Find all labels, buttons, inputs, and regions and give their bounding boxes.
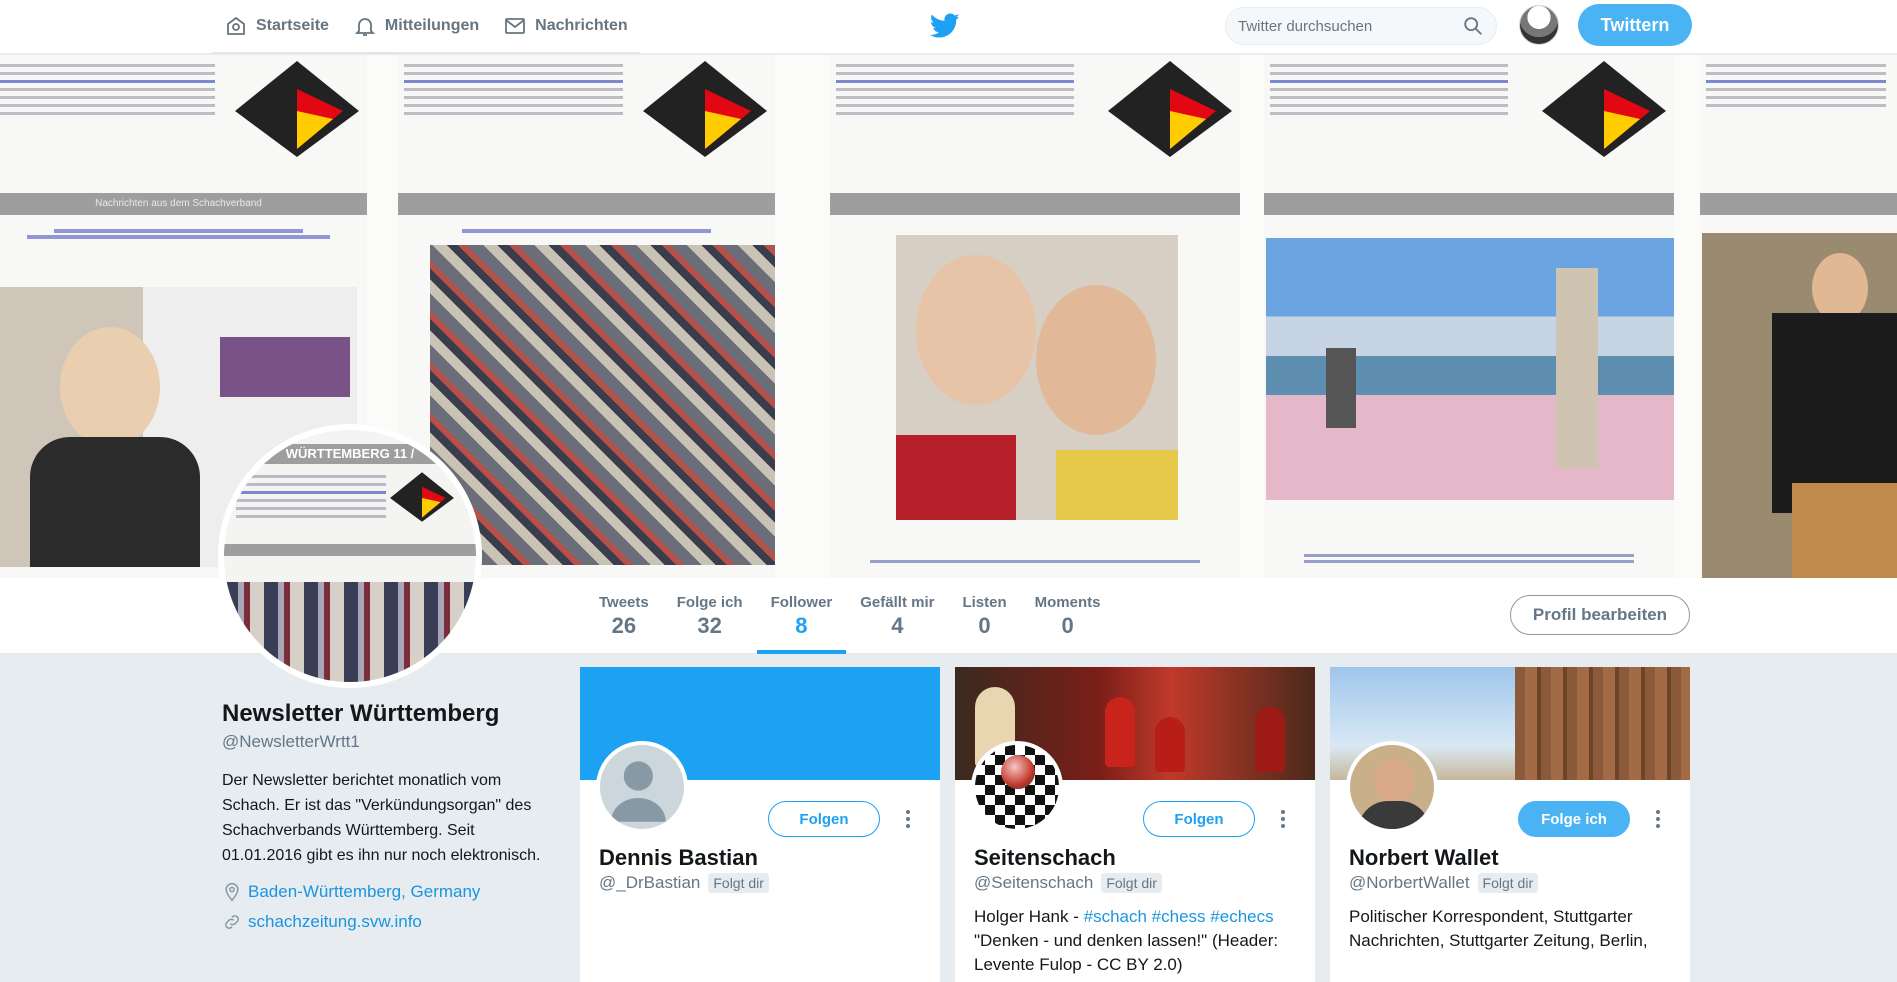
- card-bio: Politischer Korrespondent, Stuttgarter N…: [1349, 907, 1648, 950]
- main-nav: Startseite Mitteilungen Nachrichten: [212, 0, 640, 54]
- follower-card[interactable]: Folge ich Norbert Wallet @NorbertWallet …: [1330, 667, 1690, 982]
- home-icon: [227, 16, 245, 35]
- follows-you-badge: Folgt dir: [1101, 873, 1162, 893]
- stat-lists[interactable]: Listen 0: [948, 578, 1020, 654]
- stat-value: 4: [891, 613, 904, 638]
- avatar-heading: WÜRTTEMBERG 11 /: [224, 444, 476, 464]
- follow-button[interactable]: Folgen: [1143, 801, 1255, 837]
- profile-name[interactable]: Newsletter Württemberg: [222, 700, 552, 728]
- nav-messages[interactable]: Nachrichten: [491, 0, 640, 54]
- card-handle[interactable]: @_DrBastian: [599, 873, 700, 893]
- bell-icon: [354, 18, 376, 36]
- stat-value: 8: [795, 613, 808, 638]
- stat-followers[interactable]: Follower 8: [756, 578, 847, 654]
- stat-label: Follower: [770, 594, 833, 611]
- top-navigation-bar: Startseite Mitteilungen Nachrichten Twit…: [0, 0, 1897, 54]
- location-pin-icon: [225, 882, 239, 902]
- search-icon[interactable]: [1462, 15, 1484, 37]
- search-input[interactable]: [1238, 17, 1462, 35]
- nav-messages-label: Nachrichten: [535, 17, 628, 34]
- follower-card[interactable]: Folgen Seitenschach @Seitenschach Folgt …: [955, 667, 1315, 982]
- follow-button[interactable]: Folgen: [768, 801, 880, 837]
- stat-label: Moments: [1034, 594, 1101, 611]
- stat-label: Tweets: [599, 594, 649, 611]
- card-name[interactable]: Norbert Wallet: [1349, 845, 1499, 871]
- nav-notifications-label: Mitteilungen: [384, 17, 480, 34]
- chess-flag-logo: [235, 61, 359, 157]
- photo-chess-player: [1702, 233, 1897, 578]
- profile-bio: Der Newsletter berichtet monatlich vom S…: [222, 772, 541, 864]
- follows-you-badge: Folgt dir: [708, 873, 769, 893]
- photo-two-women: [896, 235, 1178, 520]
- profile-location[interactable]: Baden-Württemberg, Germany: [222, 882, 552, 902]
- hashtag-link[interactable]: #chess: [1152, 907, 1206, 926]
- chess-flag-logo: [1108, 61, 1232, 157]
- search-box[interactable]: [1225, 7, 1497, 45]
- stat-tweets[interactable]: Tweets 26: [585, 578, 663, 654]
- stat-label: Gefällt mir: [860, 594, 935, 611]
- stat-label: Listen: [962, 594, 1007, 611]
- default-user-icon: [610, 761, 666, 822]
- twitter-bird-icon[interactable]: [930, 13, 960, 39]
- follower-card[interactable]: Folgen Dennis Bastian @_DrBastian Folgt …: [580, 667, 940, 982]
- newsletter-page-3: [830, 55, 1240, 578]
- chess-flag-logo: [643, 61, 767, 157]
- card-name[interactable]: Dennis Bastian: [599, 845, 758, 871]
- default-avatar[interactable]: [596, 741, 688, 833]
- more-options-icon[interactable]: [898, 807, 918, 831]
- following-button[interactable]: Folge ich: [1518, 801, 1630, 837]
- hashtag-link[interactable]: #echecs: [1210, 907, 1273, 926]
- stat-value: 0: [1061, 613, 1074, 638]
- location-text[interactable]: Baden-Württemberg, Germany: [248, 882, 480, 902]
- profile-website[interactable]: schachzeitung.svw.info: [222, 912, 552, 932]
- newsletter-page-4: [1264, 55, 1674, 578]
- profile-avatar[interactable]: WÜRTTEMBERG 11 /: [218, 424, 482, 688]
- seitenschach-avatar[interactable]: [971, 741, 1063, 833]
- norbert-wallet-avatar[interactable]: [1346, 741, 1438, 833]
- nav-home[interactable]: Startseite: [212, 0, 341, 54]
- link-icon: [225, 915, 239, 929]
- card-name[interactable]: Seitenschach: [974, 845, 1116, 871]
- profile-stats: Tweets 26 Folge ich 32 Follower 8 Gefäll…: [585, 578, 1114, 654]
- nav-home-label: Startseite: [256, 17, 329, 34]
- chess-flag-logo: [390, 472, 454, 522]
- newsletter-stripe: Nachrichten aus dem Schachverband: [0, 193, 367, 215]
- account-avatar[interactable]: [1519, 5, 1559, 45]
- envelope-icon: [505, 18, 526, 34]
- profile-info: Newsletter Württemberg @NewsletterWrtt1 …: [222, 700, 552, 932]
- photo-chess-hall: [430, 245, 775, 565]
- stat-moments[interactable]: Moments 0: [1021, 578, 1115, 654]
- website-link[interactable]: schachzeitung.svw.info: [248, 912, 422, 932]
- tweet-button[interactable]: Twittern: [1578, 4, 1692, 46]
- stat-value: 26: [611, 613, 637, 638]
- newsletter-page-5: [1700, 55, 1897, 578]
- more-options-icon[interactable]: [1648, 807, 1668, 831]
- stat-value: 0: [978, 613, 991, 638]
- more-options-icon[interactable]: [1273, 807, 1293, 831]
- nav-notifications[interactable]: Mitteilungen: [340, 0, 492, 54]
- photo-lighthouse-lake: [1266, 238, 1674, 500]
- bio-text: Holger Hank -: [974, 907, 1084, 926]
- stat-likes[interactable]: Gefällt mir 4: [846, 578, 948, 654]
- profile-handle[interactable]: @NewsletterWrtt1: [222, 732, 552, 752]
- card-handle[interactable]: @NorbertWallet: [1349, 873, 1470, 893]
- stat-following[interactable]: Folge ich 32: [663, 578, 757, 654]
- follows-you-badge: Folgt dir: [1477, 873, 1539, 893]
- hashtag-link[interactable]: #schach: [1084, 907, 1147, 926]
- card-handle[interactable]: @Seitenschach: [974, 873, 1093, 893]
- card-bio: Holger Hank - #schach #chess #echecs "De…: [974, 905, 1304, 977]
- bio-text: "Denken - und denken lassen!" (Header: L…: [974, 931, 1279, 974]
- stat-label: Folge ich: [676, 594, 743, 611]
- chess-flag-logo: [1542, 61, 1666, 157]
- edit-profile-button[interactable]: Profil bearbeiten: [1510, 595, 1690, 635]
- stat-value: 32: [697, 613, 722, 638]
